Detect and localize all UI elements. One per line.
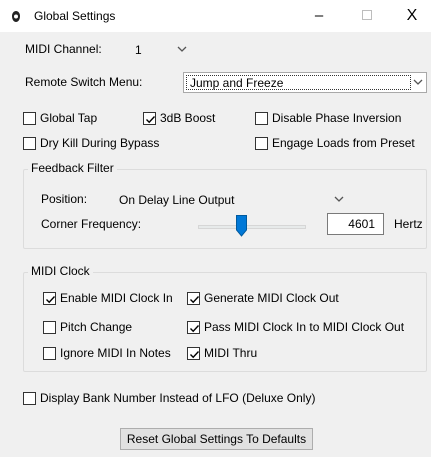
hertz-unit-label: Hertz [394,217,423,231]
generate-midi-clock-out-label: Generate MIDI Clock Out [204,291,339,305]
midi-channel-value: 1 [135,43,142,57]
midi-channel-label: MIDI Channel: [25,42,102,56]
checkbox-box [187,292,200,305]
check-icon [190,351,200,359]
checkbox-box [43,347,56,360]
minimize-icon: – [314,7,324,24]
chevron-down-icon [334,196,344,202]
checkbox-box [255,137,268,150]
check-icon [190,325,200,333]
corner-frequency-slider[interactable] [198,225,306,229]
corner-frequency-value: 4601 [348,217,375,231]
remote-switch-label: Remote Switch Menu: [25,75,143,89]
checkbox-box [43,321,56,334]
checkbox-box [255,112,268,125]
position-label: Position: [41,192,88,206]
3db-boost-label: 3dB Boost [160,111,216,125]
checkbox-box [43,292,56,305]
minimize-button[interactable]: – [304,4,334,28]
checkbox-box [187,321,200,334]
remote-switch-select[interactable]: Jump and Freeze [183,72,427,93]
check-icon [190,296,200,304]
close-icon: X [406,7,418,24]
disable-phase-inversion-label: Disable Phase Inversion [272,111,402,125]
slider-thumb-icon[interactable] [236,215,247,237]
checkbox-box [187,347,200,360]
display-bank-number-label: Display Bank Number Instead of LFO (Delu… [40,391,316,405]
midi-clock-title: MIDI Clock [28,264,93,278]
remote-switch-value: Jump and Freeze [186,75,411,90]
midi-thru-label: MIDI Thru [204,346,258,360]
maximize-icon [362,9,372,20]
check-icon [146,116,156,124]
checkbox-box [143,112,156,125]
position-value: On Delay Line Output [119,193,235,207]
chevron-down-icon [413,79,423,85]
dry-kill-label: Dry Kill During Bypass [40,136,160,150]
engage-loads-label: Engage Loads from Preset [272,136,415,150]
pitch-change-label: Pitch Change [60,320,133,334]
window-title: Global Settings [34,9,116,23]
checkbox-box [23,392,36,405]
pass-midi-clock-label: Pass MIDI Clock In to MIDI Clock Out [204,320,405,334]
check-icon [46,296,56,304]
ignore-midi-notes-label: Ignore MIDI In Notes [60,346,171,360]
close-button[interactable]: X [397,4,427,28]
checkbox-box [23,137,36,150]
reset-global-settings-button[interactable]: Reset Global Settings To Defaults [120,428,313,450]
checkbox-box [23,112,36,125]
title-bar: Global Settings – X [0,0,431,32]
midi-channel-select[interactable]: 1 [128,39,192,60]
app-icon [12,11,20,22]
position-select[interactable]: On Delay Line Output [115,189,350,210]
corner-frequency-label: Corner Frequency: [41,217,142,231]
chevron-down-icon [177,46,187,52]
global-tap-label: Global Tap [40,111,98,125]
corner-frequency-input[interactable]: 4601 [327,213,384,235]
feedback-filter-title: Feedback Filter [28,161,117,175]
enable-midi-clock-in-label: Enable MIDI Clock In [60,291,173,305]
maximize-button[interactable] [352,4,382,28]
